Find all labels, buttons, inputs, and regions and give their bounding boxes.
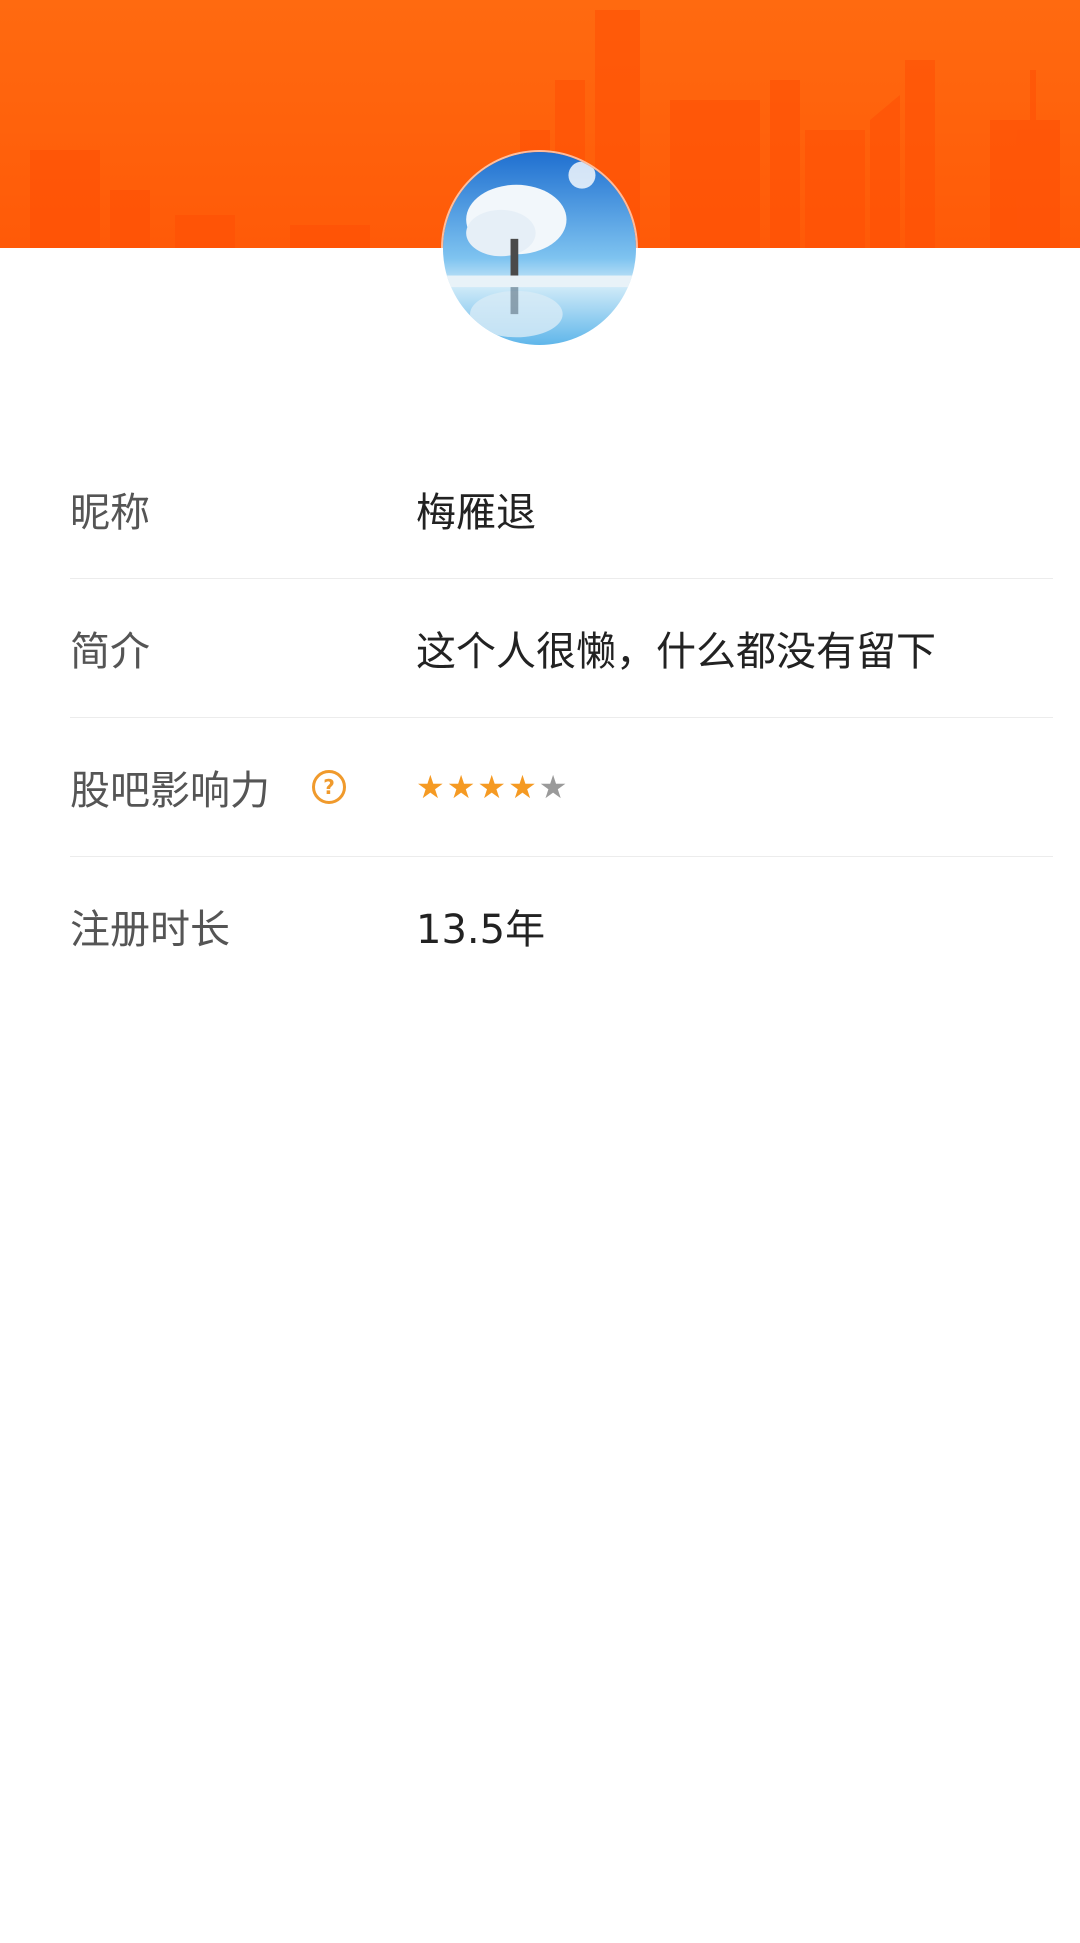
bio-row: 简介 这个人很懒，什么都没有留下 [70, 579, 1053, 718]
bio-label: 简介 [70, 629, 150, 675]
influence-label-group: 股吧影响力 ? [70, 758, 416, 816]
avatar-image [443, 152, 636, 345]
bio-value: 这个人很懒，什么都没有留下 [416, 629, 936, 675]
nickname-label: 昵称 [70, 490, 150, 536]
star-filled-icon: ★ [477, 768, 507, 806]
registration-duration-value: 13.5年 [416, 907, 546, 953]
registration-duration-label: 注册时长 [70, 907, 230, 953]
question-circle-icon[interactable]: ? [312, 770, 346, 804]
influence-rating: ★ ★ ★ ★ ★ [416, 771, 567, 803]
nickname-row: 昵称 梅雁退 [70, 440, 1053, 579]
star-filled-icon: ★ [508, 768, 537, 806]
profile-info-list: 昵称 梅雁退 简介 这个人很懒，什么都没有留下 股吧影响力 ? ★ ★ ★ ★ ★ 注册… [70, 440, 1053, 995]
registration-duration-row: 注册时长 13.5年 [70, 857, 1053, 995]
user-avatar[interactable] [443, 152, 636, 345]
influence-label: 股吧影响力 [70, 768, 270, 814]
star-empty-icon: ★ [538, 768, 568, 806]
star-filled-icon: ★ [416, 768, 445, 806]
star-filled-icon: ★ [446, 768, 476, 806]
nickname-value: 梅雁退 [416, 490, 536, 536]
influence-row: 股吧影响力 ? ★ ★ ★ ★ ★ [70, 718, 1053, 857]
